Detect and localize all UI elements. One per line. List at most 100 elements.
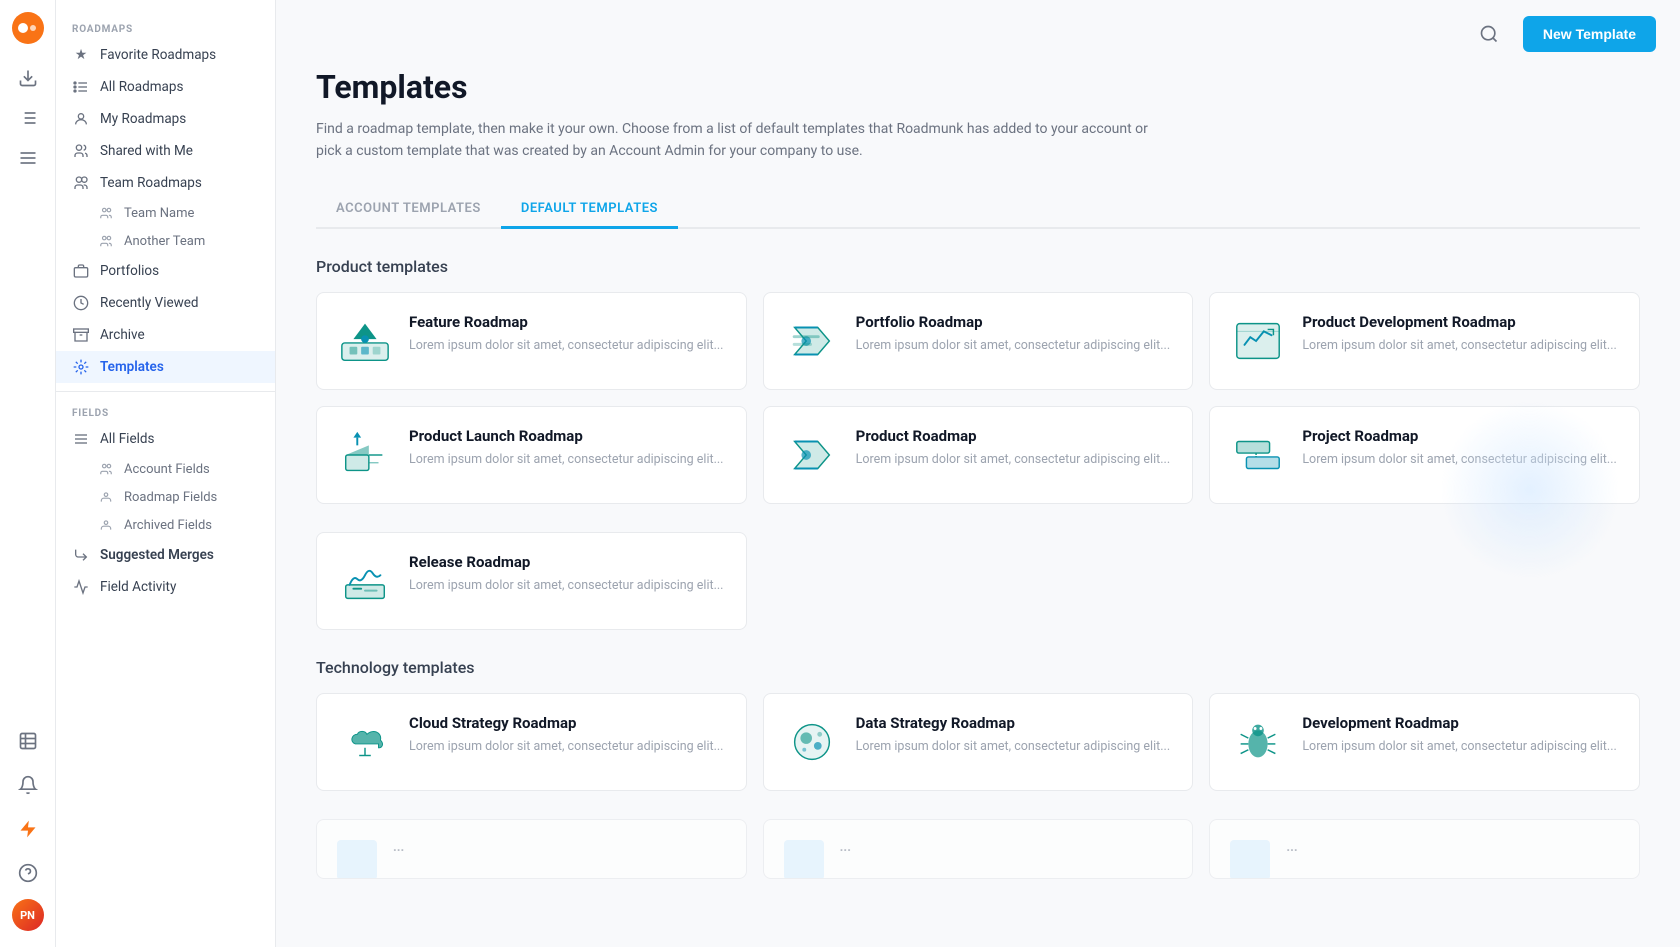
product-dev-roadmap-desc: Lorem ipsum dolor sit amet, consectetur … bbox=[1302, 337, 1619, 356]
product-dev-roadmap-icon bbox=[1230, 313, 1286, 369]
sidebar-item-all-roadmaps[interactable]: All Roadmaps bbox=[56, 71, 275, 103]
roadmaps-section-label: ROADMAPS bbox=[56, 16, 275, 39]
account-fields-icon bbox=[98, 461, 114, 477]
sidebar-item-templates[interactable]: Templates bbox=[56, 351, 275, 383]
rail-lightning-icon[interactable] bbox=[10, 811, 46, 847]
portfolio-roadmap-body: Portfolio Roadmap Lorem ipsum dolor sit … bbox=[856, 313, 1173, 356]
star-icon: ★ bbox=[72, 46, 90, 64]
sidebar-item-all-fields[interactable]: All Fields bbox=[56, 423, 275, 455]
feature-roadmap-body: Feature Roadmap Lorem ipsum dolor sit am… bbox=[409, 313, 726, 356]
tab-account-templates[interactable]: ACCOUNT TEMPLATES bbox=[316, 191, 501, 229]
sidebar-item-archived-fields[interactable]: Archived Fields bbox=[56, 511, 275, 539]
sidebar-item-team-name[interactable]: Team Name bbox=[56, 199, 275, 227]
activity-icon bbox=[72, 578, 90, 596]
template-card-development-roadmap[interactable]: Development Roadmap Lorem ipsum dolor si… bbox=[1209, 693, 1640, 791]
template-card-cloud-strategy[interactable]: Cloud Strategy Roadmap Lorem ipsum dolor… bbox=[316, 693, 747, 791]
data-strategy-icon bbox=[784, 714, 840, 770]
partial-icon-2 bbox=[784, 840, 824, 879]
partial-title-2: ... bbox=[840, 840, 1173, 855]
user-avatar[interactable]: PN bbox=[12, 899, 44, 931]
product-launch-roadmap-icon bbox=[337, 427, 393, 483]
partial-title-1: ... bbox=[393, 840, 726, 855]
sidebar-divider bbox=[56, 391, 275, 392]
product-templates-section: Product templates bbox=[316, 257, 1640, 630]
partial-body-1: ... bbox=[393, 840, 726, 861]
all-fields-icon bbox=[72, 430, 90, 448]
template-card-project-roadmap[interactable]: Project Roadmap Lorem ipsum dolor sit am… bbox=[1209, 406, 1640, 504]
main-content: New Template Templates Find a roadmap te… bbox=[276, 0, 1680, 947]
template-card-partial-2[interactable]: ... bbox=[763, 819, 1194, 879]
project-roadmap-title: Project Roadmap bbox=[1302, 427, 1619, 445]
feature-roadmap-title: Feature Roadmap bbox=[409, 313, 726, 331]
person-icon bbox=[72, 110, 90, 128]
product-roadmap-title: Product Roadmap bbox=[856, 427, 1173, 445]
product-roadmap-desc: Lorem ipsum dolor sit amet, consectetur … bbox=[856, 451, 1173, 470]
template-card-product-dev-roadmap[interactable]: Product Development Roadmap Lorem ipsum … bbox=[1209, 292, 1640, 390]
fields-section-label: FIELDS bbox=[56, 400, 275, 423]
template-card-partial-3[interactable]: ... bbox=[1209, 819, 1640, 879]
feature-roadmap-icon bbox=[337, 313, 393, 369]
data-strategy-desc: Lorem ipsum dolor sit amet, consectetur … bbox=[856, 738, 1173, 757]
portfolio-icon bbox=[72, 262, 90, 280]
rail-lines-icon[interactable] bbox=[10, 140, 46, 176]
page-content-area: Templates Find a roadmap template, then … bbox=[276, 68, 1680, 947]
team-icon bbox=[72, 174, 90, 192]
bottom-partial-grid: ... ... ... bbox=[316, 819, 1640, 879]
search-button[interactable] bbox=[1471, 16, 1507, 52]
sidebar-item-archive[interactable]: Archive bbox=[56, 319, 275, 351]
template-card-portfolio-roadmap[interactable]: Portfolio Roadmap Lorem ipsum dolor sit … bbox=[763, 292, 1194, 390]
product-dev-roadmap-title: Product Development Roadmap bbox=[1302, 313, 1619, 331]
rail-table-icon[interactable] bbox=[10, 723, 46, 759]
rail-download-icon[interactable] bbox=[10, 60, 46, 96]
sidebar-item-field-activity[interactable]: Field Activity bbox=[56, 571, 275, 603]
product-roadmap-body: Product Roadmap Lorem ipsum dolor sit am… bbox=[856, 427, 1173, 470]
sidebar-item-favorite-roadmaps[interactable]: ★ Favorite Roadmaps bbox=[56, 39, 275, 71]
sidebar-item-account-fields[interactable]: Account Fields bbox=[56, 455, 275, 483]
archived-fields-icon bbox=[98, 517, 114, 533]
partial-body-2: ... bbox=[840, 840, 1173, 861]
portfolio-roadmap-icon bbox=[784, 313, 840, 369]
cloud-strategy-title: Cloud Strategy Roadmap bbox=[409, 714, 726, 732]
product-launch-roadmap-desc: Lorem ipsum dolor sit amet, consectetur … bbox=[409, 451, 726, 470]
sidebar-item-suggested-merges[interactable]: Suggested Merges bbox=[56, 539, 275, 571]
development-roadmap-icon bbox=[1230, 714, 1286, 770]
release-roadmap-desc: Lorem ipsum dolor sit amet, consectetur … bbox=[409, 577, 726, 596]
data-strategy-body: Data Strategy Roadmap Lorem ipsum dolor … bbox=[856, 714, 1173, 757]
sidebar-item-roadmap-fields[interactable]: Roadmap Fields bbox=[56, 483, 275, 511]
merge-icon bbox=[72, 546, 90, 564]
tab-default-templates[interactable]: DEFAULT TEMPLATES bbox=[501, 191, 678, 229]
page-description: Find a roadmap template, then make it yo… bbox=[316, 118, 1176, 163]
rail-list-icon[interactable] bbox=[10, 100, 46, 136]
template-card-release-roadmap[interactable]: Release Roadmap Lorem ipsum dolor sit am… bbox=[316, 532, 747, 630]
project-roadmap-body: Project Roadmap Lorem ipsum dolor sit am… bbox=[1302, 427, 1619, 470]
product-launch-roadmap-body: Product Launch Roadmap Lorem ipsum dolor… bbox=[409, 427, 726, 470]
rail-bottom-icons: PN bbox=[10, 723, 46, 939]
cloud-strategy-icon bbox=[337, 714, 393, 770]
project-roadmap-icon bbox=[1230, 427, 1286, 483]
product-dev-roadmap-body: Product Development Roadmap Lorem ipsum … bbox=[1302, 313, 1619, 356]
template-card-partial-1[interactable]: ... bbox=[316, 819, 747, 879]
template-card-product-launch-roadmap[interactable]: Product Launch Roadmap Lorem ipsum dolor… bbox=[316, 406, 747, 504]
sidebar-item-portfolios[interactable]: Portfolios bbox=[56, 255, 275, 287]
development-roadmap-title: Development Roadmap bbox=[1302, 714, 1619, 732]
sidebar-item-my-roadmaps[interactable]: My Roadmaps bbox=[56, 103, 275, 135]
sidebar-item-another-team[interactable]: Another Team bbox=[56, 227, 275, 255]
cloud-strategy-body: Cloud Strategy Roadmap Lorem ipsum dolor… bbox=[409, 714, 726, 757]
technology-templates-section: Technology templates Cloud Strategy Road… bbox=[316, 658, 1640, 791]
sidebar-item-recently-viewed[interactable]: Recently Viewed bbox=[56, 287, 275, 319]
release-roadmap-body: Release Roadmap Lorem ipsum dolor sit am… bbox=[409, 553, 726, 596]
partial-body-3: ... bbox=[1286, 840, 1619, 861]
rail-help-icon[interactable] bbox=[10, 855, 46, 891]
technology-templates-grid: Cloud Strategy Roadmap Lorem ipsum dolor… bbox=[316, 693, 1640, 791]
app-logo[interactable] bbox=[12, 12, 44, 44]
sidebar-item-team-roadmaps[interactable]: Team Roadmaps bbox=[56, 167, 275, 199]
template-card-product-roadmap[interactable]: Product Roadmap Lorem ipsum dolor sit am… bbox=[763, 406, 1194, 504]
sidebar-item-shared-with-me[interactable]: Shared with Me bbox=[56, 135, 275, 167]
new-template-button[interactable]: New Template bbox=[1523, 16, 1656, 52]
release-grid: Release Roadmap Lorem ipsum dolor sit am… bbox=[316, 532, 1640, 630]
template-card-data-strategy[interactable]: Data Strategy Roadmap Lorem ipsum dolor … bbox=[763, 693, 1194, 791]
template-card-feature-roadmap[interactable]: Feature Roadmap Lorem ipsum dolor sit am… bbox=[316, 292, 747, 390]
release-roadmap-icon bbox=[337, 553, 393, 609]
rail-bell-icon[interactable] bbox=[10, 767, 46, 803]
list-icon bbox=[72, 78, 90, 96]
